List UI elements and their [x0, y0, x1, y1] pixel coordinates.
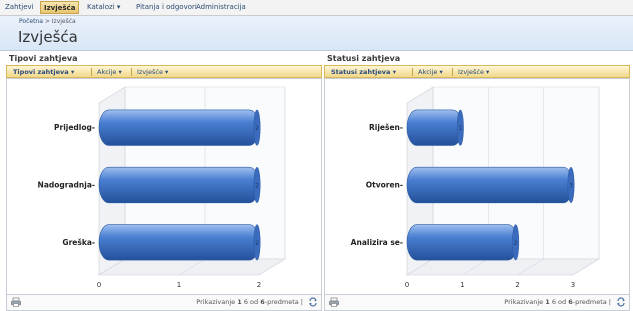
- panel-title: Statusi zahtjeva: [327, 54, 401, 63]
- chevron-down-icon: ▾: [70, 68, 75, 76]
- category-label: Prijedlog-: [54, 123, 95, 132]
- panel-tipovi-zahtjeva: Tipovi zahtjeva Tipovi zahtjeva ▾ Akcije…: [6, 52, 322, 311]
- data-label: 1: [458, 125, 462, 132]
- data-label: 2: [255, 125, 259, 132]
- chevron-down-icon: ▾: [118, 68, 122, 76]
- category-label: Otvoren-: [366, 181, 403, 190]
- toolbar-menu-izvjesce[interactable]: Izvješće ▾: [458, 68, 489, 76]
- print-icon[interactable]: [11, 297, 21, 307]
- category-label: Nadogradnja-: [38, 181, 95, 190]
- bar: [406, 224, 518, 261]
- toolbar-divider: [131, 68, 132, 76]
- data-label: 2: [255, 240, 259, 247]
- data-label: 2: [255, 183, 259, 190]
- toolbar-divider: [452, 68, 453, 76]
- pager-text: Prikazivanje 1 6 od 6-predmeta |: [504, 298, 611, 306]
- refresh-icon[interactable]: [616, 297, 626, 307]
- page-title: Izvješća: [18, 28, 78, 46]
- category-label: Riješen-: [369, 123, 403, 132]
- page-header: Početna > Izvješća Izvješća: [0, 16, 633, 51]
- top-navigation: Zahtjevi Izvješća Katalozi ▾ Pitanja i o…: [0, 0, 633, 16]
- category-label: Greška-: [62, 238, 95, 247]
- chart-container: 0 1 2 3 1 Riješen- 3 Otvoren- 2 Analizira se-: [324, 78, 630, 295]
- tab-administracija[interactable]: Administracija: [193, 1, 249, 14]
- x-tick-label: 1: [460, 281, 464, 289]
- breadcrumb-link-pocetna[interactable]: Početna: [19, 18, 43, 25]
- x-tick-label: 0: [97, 281, 101, 289]
- toolbar-divider: [412, 68, 413, 76]
- x-tick-label: 2: [515, 281, 519, 289]
- bar-chart-tipovi-zahtjeva: 0 1 2 2 Prijedlog- 2 Nadogradnja- 2 Greška-: [38, 86, 287, 289]
- bar-chart-statusi-zahtjeva: 0 1 2 3 1 Riješen- 3 Otvoren- 2 Analizira se-: [351, 86, 601, 289]
- panel-toolbar: Statusi zahtjeva ▾ Akcije ▾ Izvješće ▾: [324, 65, 630, 78]
- chevron-down-icon: ▾: [116, 3, 121, 11]
- breadcrumb-separator: >: [44, 18, 50, 25]
- tab-katalozi[interactable]: Katalozi ▾: [84, 1, 123, 14]
- toolbar-menu-statusi-zahtjeva[interactable]: Statusi zahtjeva ▾: [331, 68, 396, 76]
- data-label: 2: [514, 240, 518, 247]
- x-tick-label: 0: [405, 281, 409, 289]
- panel-toolbar: Tipovi zahtjeva ▾ Akcije ▾ Izvješće ▾: [6, 65, 322, 78]
- chart-container: 0 1 2 2 Prijedlog- 2 Nadogradnja- 2 Greška-: [6, 78, 322, 295]
- breadcrumb-current: Izvješća: [51, 18, 76, 25]
- category-label: Analizira se-: [351, 238, 403, 247]
- bar: [98, 166, 260, 204]
- panel-footer: Prikazivanje 1 6 od 6-predmeta |: [6, 295, 322, 311]
- data-label: 3: [569, 183, 573, 190]
- toolbar-divider: [91, 68, 92, 76]
- chevron-down-icon: ▾: [439, 68, 443, 76]
- tab-pitanja-i-odgovori[interactable]: Pitanja i odgovori: [133, 1, 200, 14]
- bar: [98, 224, 260, 261]
- breadcrumb: Početna > Izvješća: [19, 18, 76, 25]
- bar: [406, 166, 574, 204]
- chevron-down-icon: ▾: [486, 68, 490, 76]
- chart-floor: [405, 258, 601, 276]
- refresh-icon[interactable]: [308, 297, 318, 307]
- chevron-down-icon: ▾: [165, 68, 169, 76]
- x-tick-label: 2: [257, 281, 261, 289]
- x-tick-label: 3: [571, 281, 575, 289]
- tab-zahtjevi[interactable]: Zahtjevi: [2, 1, 37, 14]
- toolbar-menu-izvjesce[interactable]: Izvješće ▾: [137, 68, 168, 76]
- tab-izvjesca[interactable]: Izvješća: [40, 1, 80, 14]
- chevron-down-icon: ▾: [392, 68, 396, 76]
- panel-statusi-zahtjeva: Statusi zahtjeva Statusi zahtjeva ▾ Akci…: [324, 52, 630, 311]
- pager-text: Prikazivanje 1 6 od 6-predmeta |: [196, 298, 303, 306]
- toolbar-menu-akcije[interactable]: Akcije ▾: [97, 68, 122, 76]
- x-tick-label: 1: [177, 281, 181, 289]
- bar: [406, 109, 463, 146]
- panel-footer: Prikazivanje 1 6 od 6-predmeta |: [324, 295, 630, 311]
- print-icon[interactable]: [329, 297, 339, 307]
- panel-title: Tipovi zahtjeva: [9, 54, 78, 63]
- toolbar-menu-tipovi-zahtjeva[interactable]: Tipovi zahtjeva ▾: [13, 68, 74, 76]
- toolbar-menu-akcije[interactable]: Akcije ▾: [418, 68, 443, 76]
- bar: [98, 109, 260, 146]
